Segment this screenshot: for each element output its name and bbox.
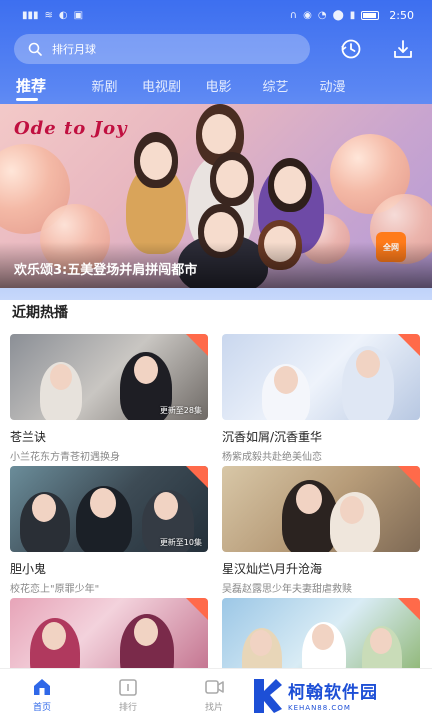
hero-banner[interactable]: Ode to Joy 全网 欢乐颂3:五美登场并肩拼闯都市 [0,104,432,288]
nav-home[interactable]: 首页 [12,677,72,713]
show-title: 沉香如屑/沉香重华 [222,430,323,444]
show-card[interactable]: 更新至10集 胆小鬼 校花恋上"原罪少年" [10,466,208,595]
corner-ribbon [186,598,208,620]
show-poster [222,334,420,420]
episode-label: 更新至10集 [159,538,202,547]
headset-icon: ∩ [289,9,298,21]
corner-ribbon [186,466,208,488]
location-icon: ⬤ [332,9,344,21]
category-tabs: 推荐 新剧 电视剧 电影 综艺 动漫 [14,72,418,101]
nav-ranking-label: 排行 [118,703,137,713]
show-title: 苍兰诀 [10,430,47,444]
tab-movie[interactable]: 电影 [190,76,247,95]
show-card[interactable]: 星汉灿烂\月升沧海 吴磊赵露思少年夫妻甜虐救赎 [222,466,420,595]
tab-new-drama[interactable]: 新剧 [76,76,133,95]
show-subtitle: 吴磊赵露思少年夫妻甜虐救赎 [222,584,352,595]
status-left: ▮▮▮ ≋ ◐ ▣ [22,10,83,21]
message-icon: ▣ [73,9,84,21]
eye-icon: ◉ [303,9,312,21]
search-input[interactable]: 排行月球 [14,34,310,64]
banner-logo: Ode to Joy [14,118,128,139]
kehan-logo-icon [254,679,282,713]
banner-caption: 欢乐颂3:五美登场并肩拼闯都市 [14,263,198,278]
search-icon [28,42,42,56]
signal-icon-right: ▮ [349,9,356,21]
signal-icon: ▮▮▮ [22,9,39,21]
nav-ranking[interactable]: 排行 [98,677,158,713]
show-poster: 更新至28集 [10,334,208,420]
status-bar: ▮▮▮ ≋ ◐ ▣ ∩ ◉ ◔ ⬤ ▮ 2:50 [0,0,432,30]
search-row: 排行月球 [14,34,418,64]
episode-label: 更新至28集 [159,406,202,415]
tab-variety[interactable]: 综艺 [247,76,304,95]
watermark-text: 柯翰软件园 KEHAN88.COM [288,678,378,712]
show-subtitle: 杨紫成毅共赴绝美仙恋 [222,452,322,463]
download-icon [394,40,412,58]
watermark: 柯翰软件园 KEHAN88.COM [250,670,432,720]
show-card[interactable]: 更新至28集 苍兰诀 小兰花东方青苍初遇换身 [10,334,208,463]
tab-recommend[interactable]: 推荐 [14,75,76,101]
show-subtitle: 小兰花东方青苍初遇换身 [10,452,120,463]
home-icon [34,679,50,695]
corner-ribbon [398,466,420,488]
download-button[interactable] [388,34,418,64]
corner-ribbon [398,334,420,356]
show-subtitle: 校花恋上"原罪少年" [10,584,100,595]
corner-ribbon [398,598,420,620]
history-icon [341,39,361,59]
notification-icon: ◐ [58,9,68,21]
wifi-icon: ≋ [44,9,53,21]
ranking-icon [119,679,137,696]
film-icon [205,680,224,694]
show-card[interactable]: 沉香如屑/沉香重华 杨紫成毅共赴绝美仙恋 [222,334,420,463]
history-button[interactable] [336,34,366,64]
show-poster [222,466,420,552]
status-right: ∩ ◉ ◔ ⬤ ▮ 2:50 [290,9,414,22]
tab-anime[interactable]: 动漫 [304,76,361,95]
tab-tv-series[interactable]: 电视剧 [133,76,190,95]
watermark-sub: KEHAN88.COM [288,704,351,712]
nav-find-film[interactable]: 找片 [184,677,244,713]
alarm-icon: ◔ [317,9,327,21]
nav-find-film-label: 找片 [204,703,223,713]
show-poster: 更新至10集 [10,466,208,552]
search-placeholder: 排行月球 [52,43,96,56]
section-title: 近期热播 [12,305,68,321]
battery-icon [361,10,380,20]
corner-ribbon [186,334,208,356]
status-time: 2:50 [389,8,414,22]
show-title: 星汉灿烂\月升沧海 [222,562,323,576]
nav-home-label: 首页 [32,703,51,713]
watermark-main: 柯翰软件园 [288,683,378,703]
show-title: 胆小鬼 [10,562,47,576]
